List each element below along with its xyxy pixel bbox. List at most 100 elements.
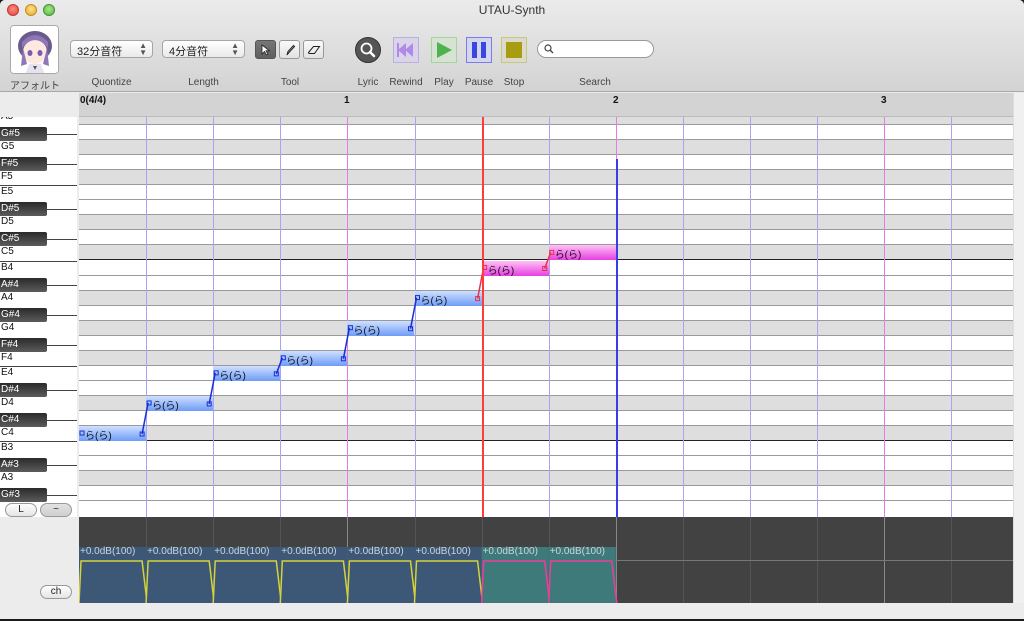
ruler-mark: 2 xyxy=(613,95,619,106)
envelope-panel[interactable]: +0.0dB(100) +0.0dB(100) +0.0dB(100) +0.0dB(… xyxy=(79,517,1022,603)
piano-white-key[interactable]: D4 xyxy=(1,397,14,408)
app-window: UTAU-Synth アフォルト 32分音符 ▲▼ Quontize 4分音符 xyxy=(0,0,1024,619)
magnifier-icon xyxy=(355,36,381,63)
envelope-value-label: +0.0dB(100) xyxy=(80,546,136,557)
eraser-tool-button[interactable] xyxy=(303,40,324,59)
piano-white-key[interactable]: B3 xyxy=(1,442,13,453)
piano-white-key[interactable]: B4 xyxy=(1,262,13,273)
key-divider xyxy=(47,420,77,421)
play-button[interactable] xyxy=(431,36,457,63)
piano-black-key[interactable]: C#4 xyxy=(0,413,47,427)
tool-label: Tool xyxy=(280,77,300,88)
toolbar: UTAU-Synth アフォルト 32分音符 ▲▼ Quontize 4分音符 xyxy=(0,0,1024,92)
l-button[interactable]: L xyxy=(5,503,37,517)
length-select[interactable]: 4分音符 ▲ ▼ xyxy=(162,40,245,58)
piano-white-key[interactable]: E4 xyxy=(1,367,13,378)
lyric-label: Lyric xyxy=(357,77,379,88)
rewind-label: Rewind xyxy=(389,77,423,88)
stop-label: Stop xyxy=(503,77,525,88)
piano-roll-grid[interactable]: ら(ら) ら(ら) ら(ら) ら(ら) ら(ら) ら(ら) ら(ら) ら(ら) xyxy=(79,117,1022,517)
piano-white-key[interactable]: G4 xyxy=(1,322,14,333)
piano-white-key[interactable]: D5 xyxy=(1,216,14,227)
ruler-mark: 0(4/4) xyxy=(80,95,107,106)
key-divider xyxy=(47,209,77,211)
ruler-mark: 1 xyxy=(344,95,350,106)
piano-black-key[interactable]: A#3 xyxy=(0,458,47,473)
piano-black-key[interactable]: G#4 xyxy=(0,307,47,322)
key-divider xyxy=(47,164,77,166)
envelope-value-label: +0.0dB(100) xyxy=(281,546,337,557)
piano-black-key[interactable]: D#4 xyxy=(0,382,47,397)
pitch-transition xyxy=(342,327,351,359)
singer-avatar[interactable] xyxy=(10,25,59,74)
key-divider xyxy=(47,134,77,136)
pitch-transition xyxy=(141,402,149,435)
piano-white-key[interactable]: F5 xyxy=(1,171,13,182)
pause-label: Pause xyxy=(464,77,494,88)
stop-button[interactable] xyxy=(501,36,527,63)
piano-white-key[interactable]: G5 xyxy=(1,141,14,152)
pause-button[interactable] xyxy=(466,36,492,63)
quantize-label: Quontize xyxy=(91,77,132,88)
piano-black-key[interactable]: F#5 xyxy=(0,157,47,172)
piano-white-key[interactable]: C4 xyxy=(1,427,14,438)
piano-black-key[interactable]: F#4 xyxy=(0,337,47,352)
search-input[interactable] xyxy=(558,42,648,56)
length-label: Length xyxy=(188,77,219,88)
envelope-value-label: +0.0dB(100) xyxy=(348,546,404,557)
search-field[interactable] xyxy=(537,40,654,58)
pencil-icon xyxy=(286,44,295,55)
key-divider xyxy=(47,284,77,286)
key-divider xyxy=(47,495,77,497)
envelope-value-label: +0.0dB(100) xyxy=(415,546,471,557)
pause-icon xyxy=(466,36,492,63)
key-divider xyxy=(47,314,77,316)
envelope-layer xyxy=(79,547,618,603)
select-arrows-icon: ▲ ▼ xyxy=(139,41,147,57)
piano-white-key[interactable]: A4 xyxy=(1,292,13,303)
search-icon xyxy=(544,44,554,54)
piano-black-key[interactable]: G#3 xyxy=(0,488,47,503)
piano-black-key[interactable]: G#5 xyxy=(0,127,47,142)
piano-black-key[interactable]: C#5 xyxy=(0,232,47,247)
envelope-value-label: +0.0dB(100) xyxy=(147,546,203,557)
envelope-value-label: +0.0dB(100) xyxy=(549,546,606,557)
play-icon xyxy=(431,36,457,63)
pitch-point[interactable] xyxy=(79,430,85,436)
key-divider xyxy=(47,389,77,391)
piano-black-key[interactable]: D#5 xyxy=(0,202,47,217)
ruler-mark: 3 xyxy=(881,95,887,106)
singer-name: アフォルト xyxy=(10,81,60,92)
pitch-curve-layer xyxy=(79,249,555,437)
pointer-icon xyxy=(261,43,271,56)
pencil-tool-button[interactable] xyxy=(279,40,300,59)
rewind-button[interactable] xyxy=(393,36,419,63)
eraser-icon xyxy=(307,45,320,54)
ch-button[interactable]: ch xyxy=(40,585,72,599)
piano-white-key[interactable]: E5 xyxy=(1,186,13,197)
pointer-tool-button[interactable] xyxy=(255,40,276,59)
singer-portrait-icon xyxy=(11,26,58,73)
piano-white-key[interactable]: A3 xyxy=(1,472,13,483)
key-divider xyxy=(47,344,77,346)
piano-white-key[interactable]: C5 xyxy=(1,246,14,257)
tilde-button[interactable]: ~ xyxy=(40,503,72,517)
search-label: Search xyxy=(579,77,611,88)
piano-keyboard[interactable]: A5 G#5G5 F#5F5 E5 D#5D5 C#5C5 B4 A#4A4 G#4G4 F#4F… xyxy=(0,117,77,517)
pitch-transition xyxy=(208,372,216,405)
key-divider xyxy=(47,465,77,467)
vertical-scrollbar[interactable] xyxy=(1013,93,1024,603)
piano-white-key[interactable]: A5 xyxy=(1,117,13,122)
playhead[interactable] xyxy=(481,117,484,517)
lyric-button[interactable] xyxy=(355,36,381,63)
envelope-value-label: +0.0dB(100) xyxy=(482,546,538,557)
envelope-value-label: +0.0dB(100) xyxy=(214,546,270,557)
select-arrows-icon: ▲ ▼ xyxy=(231,41,239,57)
quantize-select[interactable]: 32分音符 ▲ ▼ xyxy=(70,40,153,58)
length-value: 4分音符 xyxy=(169,46,209,58)
play-label: Play xyxy=(434,77,454,88)
piano-black-key[interactable]: A#4 xyxy=(0,277,47,292)
timeline-ruler[interactable]: 0(4/4) 1 2 3 xyxy=(79,93,1022,117)
piano-white-key[interactable]: F4 xyxy=(1,352,13,363)
stop-icon xyxy=(501,36,527,63)
